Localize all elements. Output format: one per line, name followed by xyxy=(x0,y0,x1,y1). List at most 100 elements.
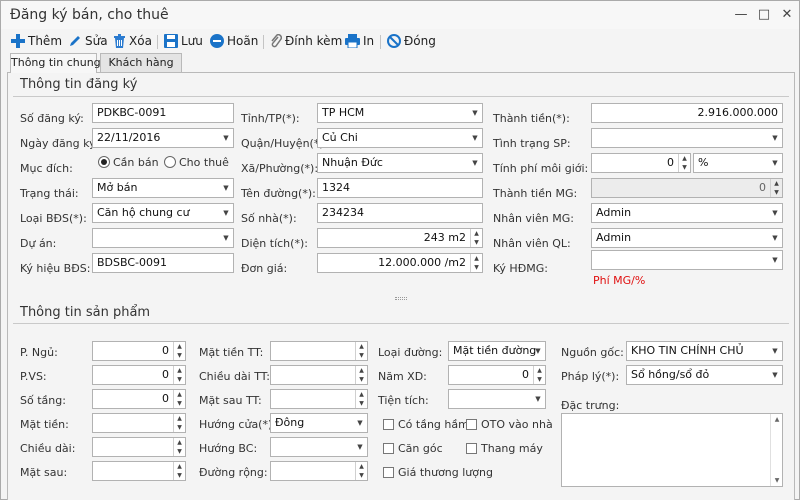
nhan-vien-ql-select[interactable]: Admin ▼ xyxy=(591,228,783,248)
chevron-down-icon[interactable]: ▼ xyxy=(768,342,782,360)
chevron-down-icon[interactable]: ▼ xyxy=(219,229,233,247)
quan-huyen-select[interactable]: Củ Chi ▼ xyxy=(317,128,483,148)
attach-button[interactable]: Đính kèm xyxy=(270,31,342,51)
chieu-dai-tt-field[interactable]: ▲ ▼ xyxy=(270,365,368,385)
p-vs-field[interactable]: 0 ▲ ▼ xyxy=(92,365,186,385)
chevron-down-icon[interactable]: ▼ xyxy=(468,129,482,147)
ky-hdmg-select[interactable]: ▼ xyxy=(591,250,783,270)
nam-xd-value: 0 xyxy=(522,368,529,381)
ky-hieu-bds-field[interactable]: BDSBC-0091 xyxy=(92,253,234,273)
gia-thuong-luong-checkbox[interactable] xyxy=(383,467,394,478)
chevron-down-icon[interactable]: ▼ xyxy=(768,229,782,247)
trang-thai-select[interactable]: Mở bán ▼ xyxy=(92,178,234,198)
co-tang-ham-checkbox[interactable] xyxy=(383,419,394,430)
tinh-phi-spinner[interactable]: ▲ ▼ xyxy=(678,154,690,172)
so-nha-field[interactable]: 234234 xyxy=(317,203,483,223)
tab-khach-hang[interactable]: Khách hàng xyxy=(100,53,182,72)
nhan-vien-mg-select[interactable]: Admin ▼ xyxy=(591,203,783,223)
close-window-button[interactable]: ✕ xyxy=(777,5,797,25)
minimize-button[interactable]: — xyxy=(731,5,751,25)
chevron-down-icon[interactable]: ▼ xyxy=(768,154,782,172)
ngay-dang-ky-field[interactable]: 22/11/2016 ▼ xyxy=(92,128,234,148)
cancel-button[interactable]: Hoãn xyxy=(210,31,258,51)
chevron-down-icon[interactable]: ▼ xyxy=(768,204,782,222)
chevron-down-icon[interactable]: ▼ xyxy=(468,154,482,172)
oto-vao-nha-checkbox[interactable] xyxy=(466,419,477,430)
quan-huyen-label: Quận/Huyện(*): xyxy=(241,137,328,150)
loai-bds-select[interactable]: Căn hộ chung cư ▼ xyxy=(92,203,234,223)
p-ngu-field[interactable]: 0 ▲ ▼ xyxy=(92,341,186,361)
dien-tich-spinner[interactable]: ▲ ▼ xyxy=(470,229,482,247)
du-an-select[interactable]: ▼ xyxy=(92,228,234,248)
xa-phuong-select[interactable]: Nhuận Đức ▼ xyxy=(317,153,483,173)
don-gia-spinner[interactable]: ▲ ▼ xyxy=(470,254,482,272)
dien-tich-value: 243 m2 xyxy=(423,231,466,244)
phi-unit-select[interactable]: % ▼ xyxy=(693,153,783,173)
chieu-dai-spinner[interactable]: ▲ ▼ xyxy=(173,438,185,456)
phap-ly-select[interactable]: Sổ hồng/sổ đỏ ▼ xyxy=(626,365,783,385)
mat-tien-spinner[interactable]: ▲ ▼ xyxy=(173,414,185,432)
so-dang-ky-field[interactable]: PDKBC-0091 xyxy=(92,103,234,123)
edit-button[interactable]: Sửa xyxy=(68,31,108,51)
mat-tien-tt-field[interactable]: ▲ ▼ xyxy=(270,341,368,361)
huong-cua-select[interactable]: Đông ▼ xyxy=(270,413,368,433)
chevron-down-icon[interactable]: ▼ xyxy=(531,342,545,360)
chevron-down-icon[interactable]: ▼ xyxy=(768,129,782,147)
thang-may-checkbox[interactable] xyxy=(466,443,477,454)
pencil-icon xyxy=(68,34,82,48)
splitter-grip[interactable] xyxy=(395,297,407,300)
so-tang-spinner[interactable]: ▲ ▼ xyxy=(173,390,185,408)
dac-trung-scrollbar[interactable]: ▲ ▼ xyxy=(770,414,782,486)
tinh-tp-value: TP HCM xyxy=(322,106,365,119)
p-ngu-spinner[interactable]: ▲ ▼ xyxy=(173,342,185,360)
tab-thong-tin-chung[interactable]: Thông tin chung xyxy=(10,53,101,73)
delete-button[interactable]: Xóa xyxy=(113,31,152,51)
ky-hieu-bds-label: Ký hiệu BĐS: xyxy=(20,262,91,275)
mat-tien-field[interactable]: ▲ ▼ xyxy=(92,413,186,433)
nam-xd-spinner[interactable]: ▲ ▼ xyxy=(533,366,545,384)
tinh-tp-select[interactable]: TP HCM ▼ xyxy=(317,103,483,123)
chieu-dai-tt-spinner[interactable]: ▲ ▼ xyxy=(355,366,367,384)
loai-duong-select[interactable]: Mặt tiền đường ▼ xyxy=(448,341,546,361)
close-button[interactable]: Đóng xyxy=(387,31,436,51)
chevron-down-icon[interactable]: ▼ xyxy=(768,366,782,384)
tinh-trang-sp-select[interactable]: ▼ xyxy=(591,128,783,148)
tinh-phi-moi-gioi-field[interactable]: 0 ▲ ▼ xyxy=(591,153,691,173)
nam-xd-field[interactable]: 0 ▲ ▼ xyxy=(448,365,546,385)
mat-sau-spinner[interactable]: ▲ ▼ xyxy=(173,462,185,480)
duong-rong-field[interactable]: ▲ ▼ xyxy=(270,461,368,481)
so-tang-field[interactable]: 0 ▲ ▼ xyxy=(92,389,186,409)
chevron-down-icon[interactable]: ▼ xyxy=(219,179,233,197)
plus-icon xyxy=(11,34,25,48)
chevron-down-icon[interactable]: ▼ xyxy=(768,251,782,269)
chevron-down-icon[interactable]: ▼ xyxy=(468,104,482,122)
dien-tich-field[interactable]: 243 m2 ▲ ▼ xyxy=(317,228,483,248)
window: Đăng ký bán, cho thuê — □ ✕ Thêm Sửa Xóa… xyxy=(0,0,800,500)
chevron-down-icon[interactable]: ▼ xyxy=(531,390,545,408)
nguon-goc-select[interactable]: KHO TIN CHÍNH CHỦ ▼ xyxy=(626,341,783,361)
can-goc-checkbox[interactable] xyxy=(383,443,394,454)
chieu-dai-field[interactable]: ▲ ▼ xyxy=(92,437,186,457)
chevron-down-icon[interactable]: ▼ xyxy=(219,129,233,147)
add-button[interactable]: Thêm xyxy=(11,31,62,51)
can-ban-radio[interactable] xyxy=(98,156,110,168)
tien-tich-select[interactable]: ▼ xyxy=(448,389,546,409)
mat-tien-tt-spinner[interactable]: ▲ ▼ xyxy=(355,342,367,360)
chevron-down-icon[interactable]: ▼ xyxy=(353,414,367,432)
mat-sau-field[interactable]: ▲ ▼ xyxy=(92,461,186,481)
duong-rong-spinner[interactable]: ▲ ▼ xyxy=(355,462,367,480)
dac-trung-textarea[interactable]: ▲ ▼ xyxy=(561,413,783,487)
mat-sau-tt-field[interactable]: ▲ ▼ xyxy=(270,389,368,409)
thanh-tien-field[interactable]: 2.916.000.000 xyxy=(591,103,783,123)
cho-thue-radio[interactable] xyxy=(164,156,176,168)
mat-sau-tt-spinner[interactable]: ▲ ▼ xyxy=(355,390,367,408)
chevron-down-icon[interactable]: ▼ xyxy=(353,438,367,456)
don-gia-field[interactable]: 12.000.000 /m2 ▲ ▼ xyxy=(317,253,483,273)
chevron-down-icon[interactable]: ▼ xyxy=(219,204,233,222)
huong-bc-select[interactable]: ▼ xyxy=(270,437,368,457)
ten-duong-field[interactable]: 1324 xyxy=(317,178,483,198)
print-button[interactable]: In xyxy=(345,31,374,51)
p-vs-spinner[interactable]: ▲ ▼ xyxy=(173,366,185,384)
maximize-button[interactable]: □ xyxy=(754,5,774,25)
save-button[interactable]: Lưu xyxy=(164,31,203,51)
